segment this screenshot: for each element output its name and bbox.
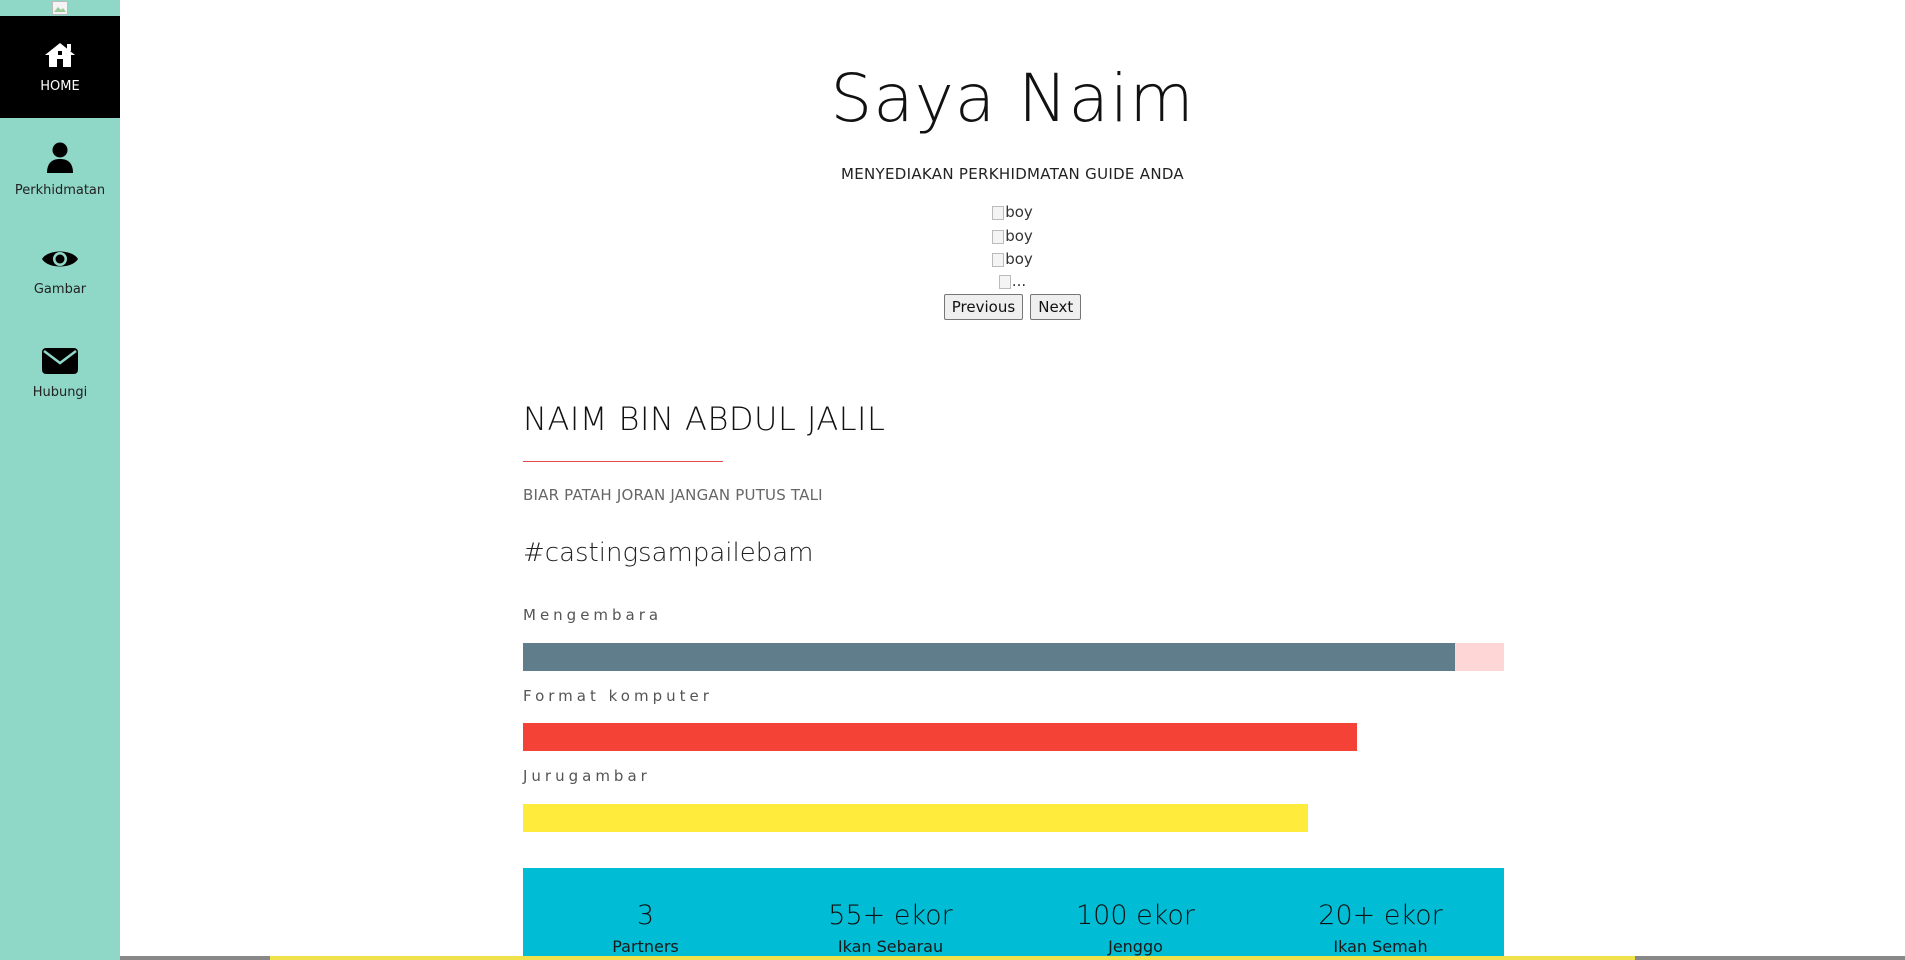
footer-strip bbox=[120, 956, 1905, 960]
image-alt-text: boy bbox=[1005, 227, 1033, 245]
stat-label: Partners bbox=[612, 937, 679, 956]
broken-image-icon bbox=[992, 205, 1005, 220]
broken-image-icon bbox=[998, 274, 1011, 289]
nav-item-label: Perkhidmatan bbox=[14, 182, 106, 198]
skill-label: Jurugambar bbox=[523, 767, 651, 785]
next-button[interactable]: Next bbox=[1030, 294, 1082, 320]
broken-image-icon bbox=[992, 252, 1005, 267]
skill-label: Format komputer bbox=[523, 687, 713, 705]
profile-motto: BIAR PATAH JORAN JANGAN PUTUS TALI bbox=[523, 486, 823, 504]
skill-bar-track bbox=[523, 804, 1504, 832]
profile-hashtag: #castingsampailebam bbox=[523, 538, 814, 568]
nav-item-label: HOME bbox=[40, 78, 80, 94]
skill-bar-track bbox=[523, 643, 1504, 671]
stat-item: 3 Partners bbox=[523, 868, 768, 956]
divider bbox=[523, 461, 723, 462]
footer-segment bbox=[120, 956, 270, 960]
stat-value: 55+ ekor bbox=[828, 900, 953, 931]
nav-item-gambar[interactable]: Gambar bbox=[0, 220, 120, 322]
stat-value: 3 bbox=[636, 900, 655, 931]
skill-bar-fill bbox=[523, 723, 1357, 751]
user-icon bbox=[46, 141, 74, 173]
home-icon bbox=[43, 41, 77, 69]
envelope-icon bbox=[41, 347, 79, 375]
skill-bar-fill bbox=[523, 643, 1455, 671]
image-alt-text: boy bbox=[1005, 250, 1033, 268]
stat-value: 100 ekor bbox=[1075, 900, 1196, 931]
broken-image-icon bbox=[52, 0, 68, 15]
carousel-image: ... bbox=[120, 272, 1905, 290]
skill-label: Mengembara bbox=[523, 606, 663, 624]
profile-name: NAIM BIN ABDUL JALIL bbox=[523, 400, 886, 438]
stats-panel: 3 Partners 55+ ekor Ikan Sebarau 100 eko… bbox=[523, 868, 1504, 960]
stat-item: 20+ ekor Ikan Semah bbox=[1258, 868, 1503, 956]
stat-value: 20+ ekor bbox=[1318, 900, 1443, 931]
skill-bar-track bbox=[523, 723, 1504, 751]
carousel-image: boy bbox=[120, 227, 1905, 245]
stat-item: 100 ekor Jenggo bbox=[1013, 868, 1258, 956]
stat-item: 55+ ekor Ikan Sebarau bbox=[768, 868, 1013, 956]
nav-item-label: Hubungi bbox=[32, 384, 88, 400]
footer-segment bbox=[1635, 956, 1905, 960]
image-alt-text: ... bbox=[1011, 272, 1027, 290]
stat-label: Ikan Sebarau bbox=[837, 937, 944, 956]
carousel-image: boy bbox=[120, 203, 1905, 221]
stat-label: Jenggo bbox=[1108, 937, 1163, 956]
skill-bar-fill bbox=[523, 804, 1308, 832]
carousel-controls: Previous Next bbox=[120, 294, 1905, 320]
nav-item-label: Gambar bbox=[33, 281, 87, 297]
page-subtitle: MENYEDIAKAN PERKHIDMATAN GUIDE ANDA bbox=[840, 165, 1184, 183]
nav-item-hubungi[interactable]: Hubungi bbox=[0, 322, 120, 424]
nav-item-home[interactable]: HOME bbox=[0, 16, 120, 118]
nav-item-perkhidmatan[interactable]: Perkhidmatan bbox=[0, 118, 120, 220]
stat-label: Ikan Semah bbox=[1333, 937, 1428, 956]
previous-button[interactable]: Previous bbox=[943, 294, 1024, 320]
eye-icon bbox=[41, 246, 79, 272]
image-alt-text: boy bbox=[1005, 203, 1033, 221]
broken-image-icon bbox=[992, 229, 1005, 244]
sidebar: HOME Perkhidmatan Gambar Hubungi bbox=[0, 0, 120, 960]
carousel-image: boy bbox=[120, 250, 1905, 268]
page-title: Saya Naim bbox=[830, 60, 1195, 137]
